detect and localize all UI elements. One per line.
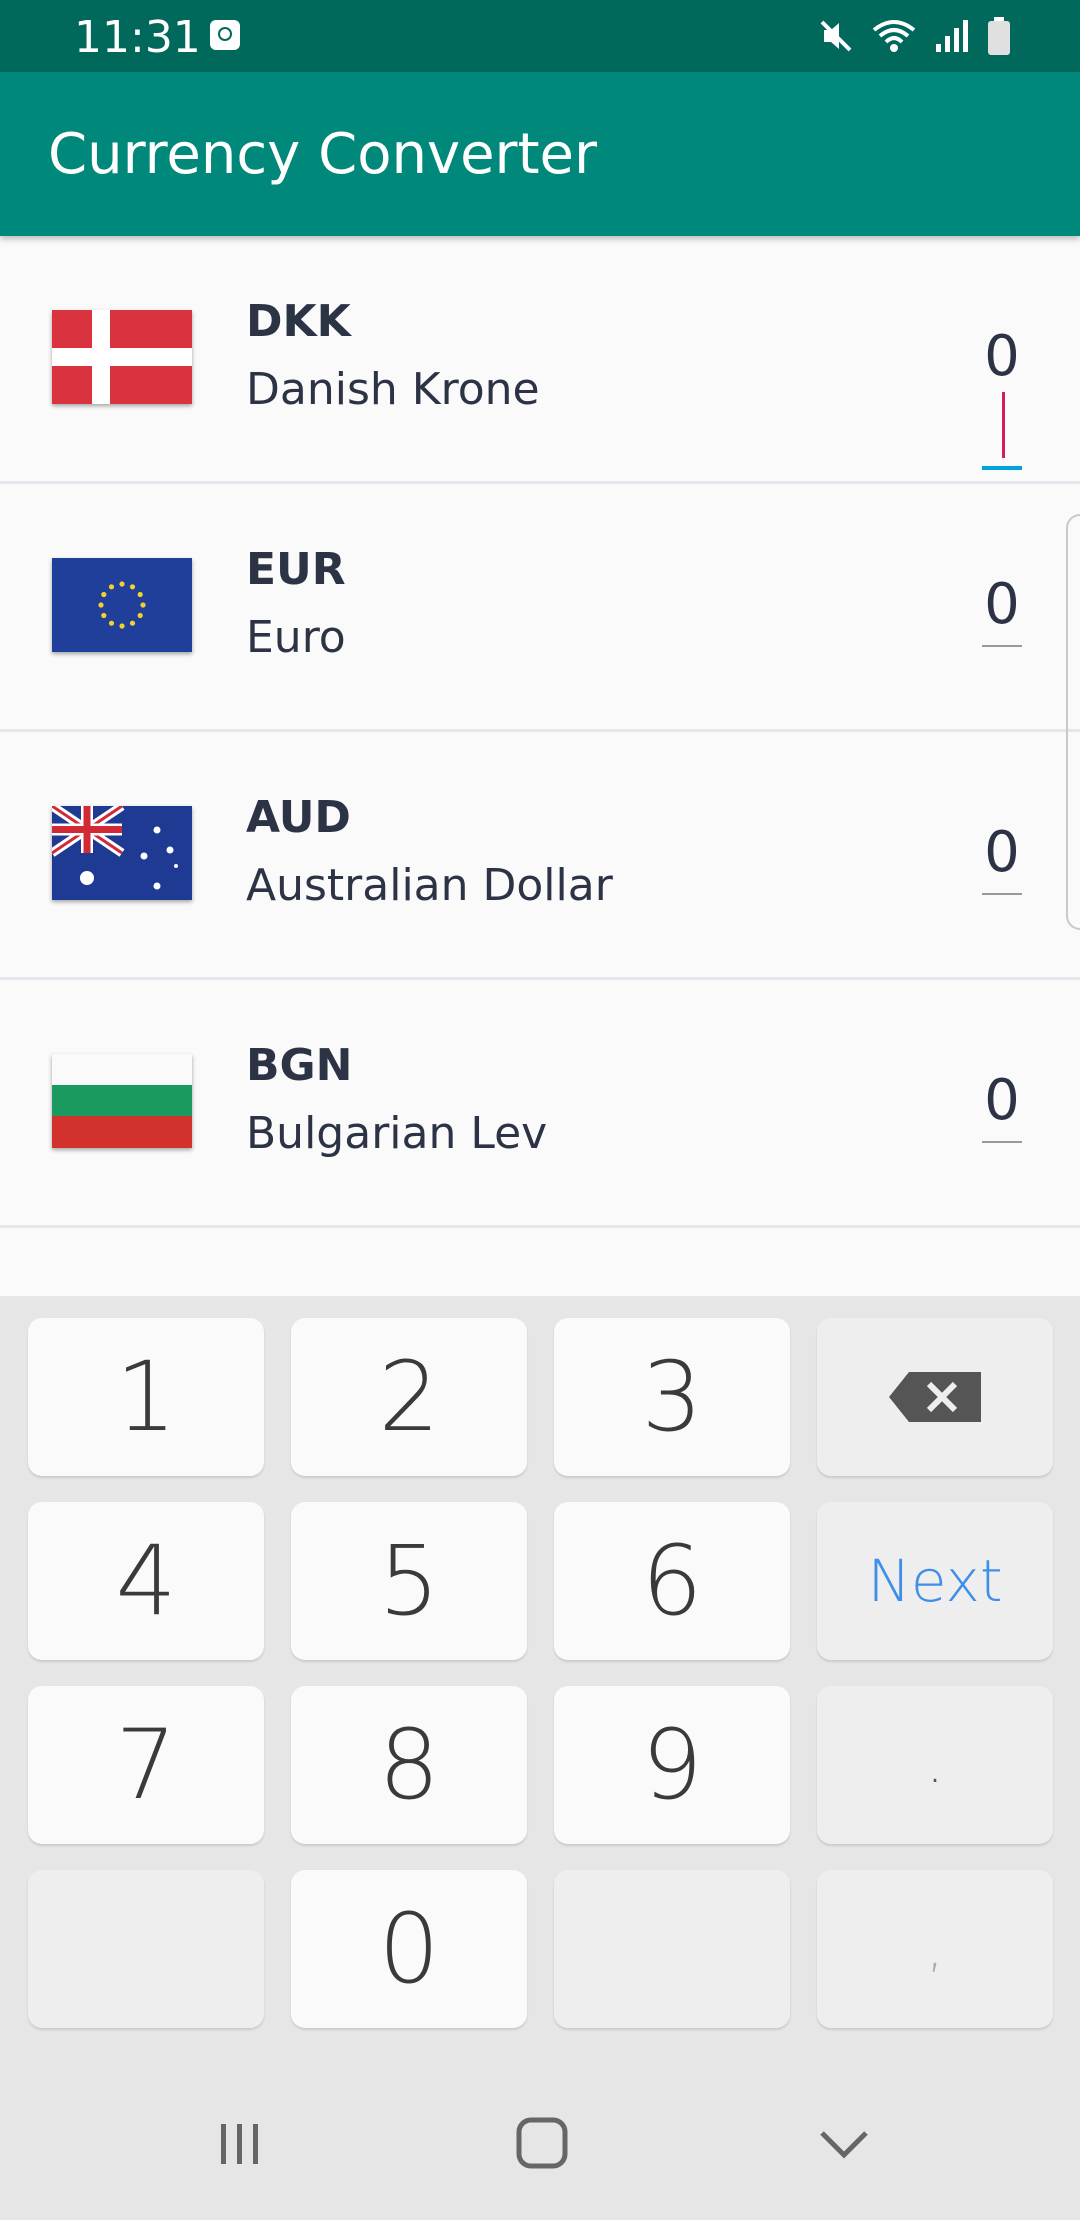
currency-code: AUD — [246, 792, 351, 843]
mute-icon — [820, 20, 852, 52]
chevron-down-icon — [820, 2131, 868, 2159]
app-title: Currency Converter — [48, 122, 598, 187]
numeric-keyboard: 1 2 3 4 5 6 Next 7 8 9 . 0 , — [0, 1296, 1080, 2068]
eu-flag-icon — [52, 558, 192, 652]
next-key[interactable]: Next — [817, 1502, 1053, 1660]
wifi-icon — [872, 20, 916, 52]
comma-key[interactable]: , — [817, 1870, 1053, 2028]
key-8[interactable]: 8 — [291, 1686, 527, 1844]
status-bar: 11:31 — [0, 0, 1080, 72]
home-icon — [516, 2117, 568, 2169]
dot-key[interactable]: . — [817, 1686, 1053, 1844]
status-icons — [818, 16, 1010, 56]
status-time: 11:31 — [74, 12, 201, 63]
currency-name: Australian Dollar — [246, 860, 613, 911]
amount-value: 0 — [984, 1068, 1020, 1133]
amount-input-eur[interactable]: 0 — [982, 572, 1022, 647]
currency-row[interactable]: DKK Danish Krone 0 — [0, 236, 1080, 484]
currency-row[interactable]: AUD Australian Dollar 0 — [0, 732, 1080, 980]
amount-value: 0 — [984, 820, 1020, 885]
key-9[interactable]: 9 — [554, 1686, 790, 1844]
key-7[interactable]: 7 — [28, 1686, 264, 1844]
currency-row-partial[interactable] — [0, 1228, 1080, 1296]
key-4[interactable]: 4 — [28, 1502, 264, 1660]
key-0[interactable]: 0 — [291, 1870, 527, 2028]
back-button[interactable] — [804, 2108, 884, 2178]
key-5[interactable]: 5 — [291, 1502, 527, 1660]
battery-icon — [988, 17, 1010, 55]
australia-flag-icon — [52, 806, 192, 900]
key-2[interactable]: 2 — [291, 1318, 527, 1476]
amount-input-bgn[interactable]: 0 — [982, 1068, 1022, 1143]
key-3[interactable]: 3 — [554, 1318, 790, 1476]
currency-code: EUR — [246, 544, 346, 595]
currency-row[interactable]: EUR Euro 0 — [0, 484, 1080, 732]
blank-key-right[interactable] — [554, 1870, 790, 2028]
bulgaria-flag-icon — [52, 1054, 192, 1148]
backspace-icon — [889, 1372, 981, 1422]
amount-value: 0 — [984, 572, 1020, 637]
recent-apps-icon — [221, 2124, 258, 2164]
key-1[interactable]: 1 — [28, 1318, 264, 1476]
backspace-key[interactable] — [817, 1318, 1053, 1476]
currency-name: Danish Krone — [246, 364, 540, 415]
alarm-icon — [210, 20, 240, 50]
blank-key-left[interactable] — [28, 1870, 264, 2028]
key-6[interactable]: 6 — [554, 1502, 790, 1660]
currency-code: DKK — [246, 296, 351, 347]
currency-name: Euro — [246, 612, 346, 663]
navigation-bar — [0, 2068, 1080, 2220]
currency-name: Bulgarian Lev — [246, 1108, 548, 1159]
currency-code: BGN — [246, 1040, 353, 1091]
home-button[interactable] — [502, 2108, 582, 2178]
recent-apps-button[interactable] — [200, 2108, 280, 2178]
app-bar: Currency Converter — [0, 72, 1080, 236]
denmark-flag-icon — [52, 310, 192, 404]
amount-value: 0 — [984, 324, 1020, 389]
amount-input-dkk[interactable]: 0 — [982, 324, 1022, 470]
currency-list[interactable]: DKK Danish Krone 0 EUR Euro 0 AUD Austra… — [0, 236, 1080, 1296]
currency-row[interactable]: BGN Bulgarian Lev 0 — [0, 980, 1080, 1228]
signal-icon — [936, 20, 968, 52]
amount-input-aud[interactable]: 0 — [982, 820, 1022, 895]
text-cursor — [1001, 391, 1005, 458]
fast-scroll-handle[interactable] — [1066, 514, 1080, 930]
